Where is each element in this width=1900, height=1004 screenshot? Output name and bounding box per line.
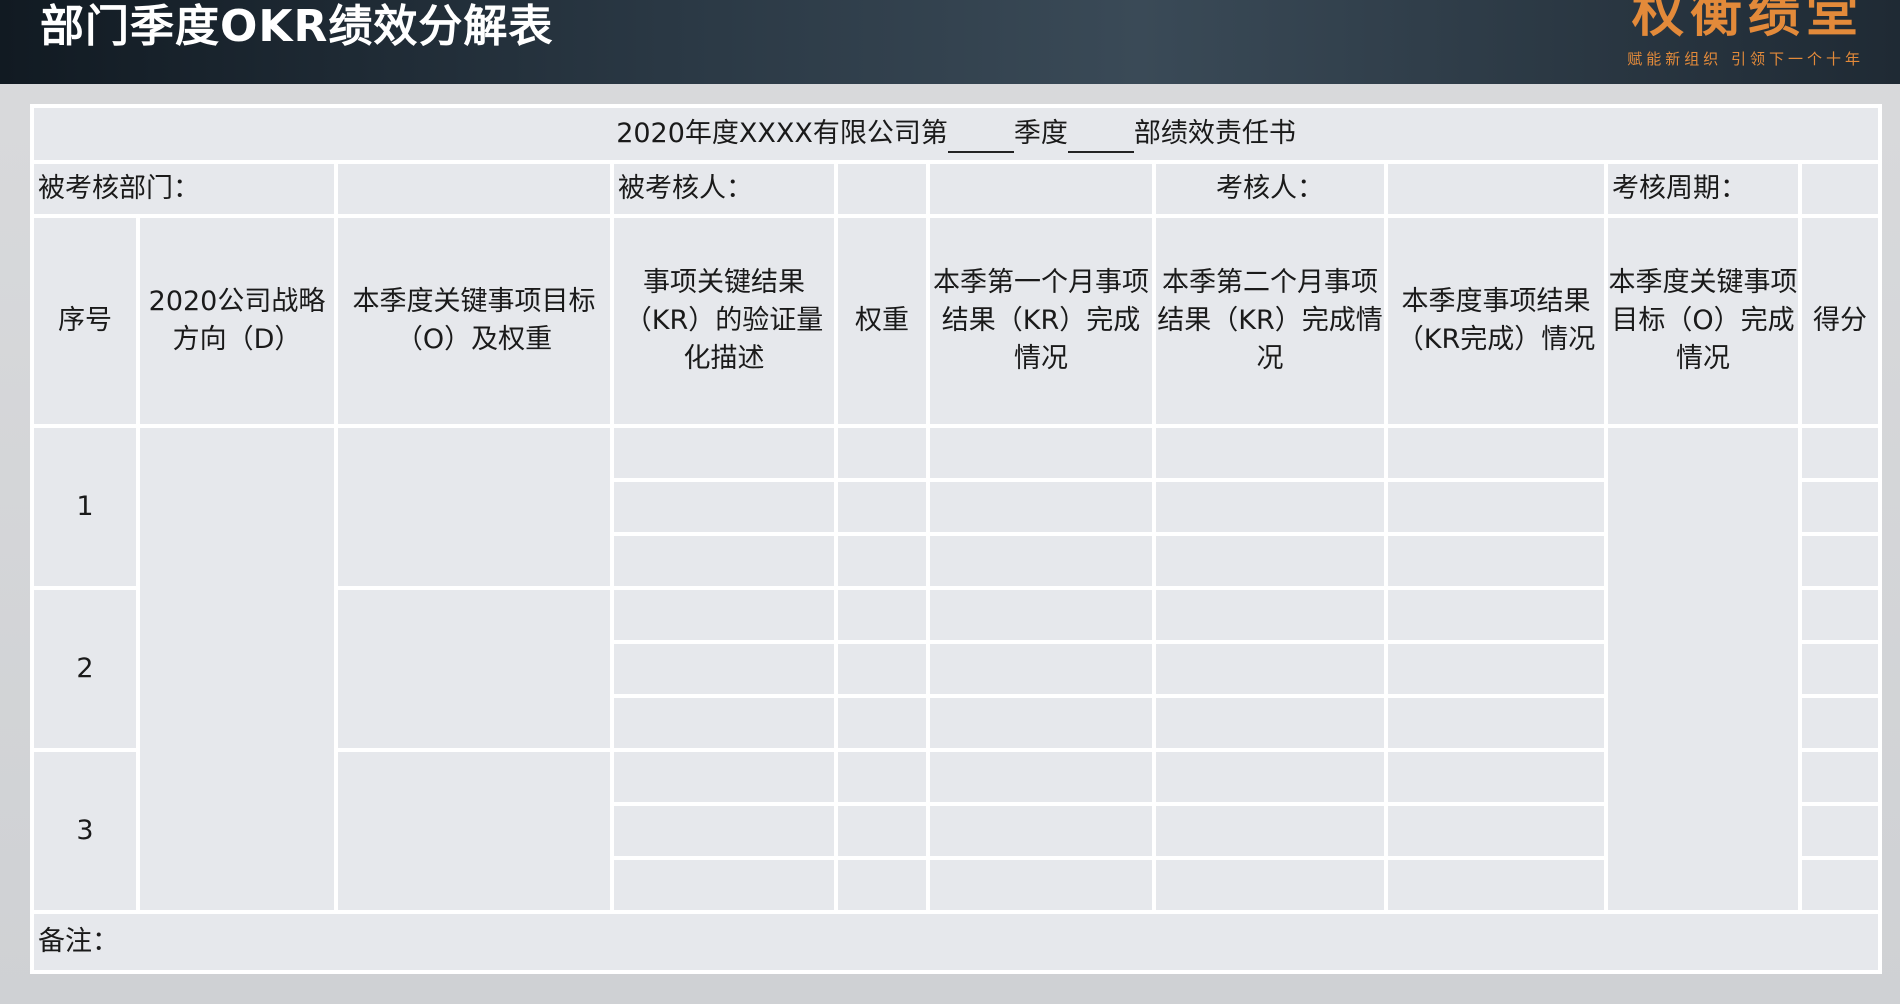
table-cell[interactable] — [926, 586, 1156, 644]
remarks-cell[interactable]: 备注： — [29, 910, 1883, 974]
header-kr-description: 事项关键结果（KR）的验证量化描述 — [610, 214, 838, 428]
table-cell[interactable] — [834, 640, 930, 698]
okr-sheet: 2020年度XXXX有限公司第 季度 部绩效责任书 被考核部门： 被考核人： 考核人… — [29, 104, 1883, 974]
table-cell[interactable] — [926, 640, 1156, 698]
title-mid: 季度 — [1013, 118, 1068, 149]
header-weight: 权重 — [834, 214, 930, 428]
table-cell[interactable] — [1384, 856, 1608, 914]
header-score: 得分 — [1797, 214, 1883, 428]
logo: 权衡绩堂 赋能新组织 引领下一个十年 — [1627, 0, 1864, 69]
table-cell[interactable] — [1797, 802, 1883, 860]
table-cell[interactable] — [1797, 586, 1883, 644]
table-cell[interactable] — [1384, 802, 1608, 860]
period-label: 考核周期： — [1604, 160, 1802, 218]
table-cell[interactable] — [610, 424, 838, 482]
table-cell[interactable] — [1152, 532, 1388, 590]
assessee-value-cell-2[interactable] — [926, 160, 1156, 218]
title-suffix: 部绩效责任书 — [1133, 118, 1296, 149]
department-blank[interactable] — [1067, 121, 1134, 153]
table-cell[interactable] — [1152, 424, 1388, 482]
table-cell[interactable] — [834, 478, 930, 536]
dept-label: 被考核部门： — [30, 160, 338, 218]
table-cell[interactable] — [1797, 532, 1883, 590]
title-prefix: 2020年度XXXX有限公司第 — [616, 118, 948, 149]
table-cell[interactable] — [926, 424, 1156, 482]
table-cell[interactable] — [834, 856, 930, 914]
quarter-blank[interactable] — [947, 121, 1014, 153]
table-cell[interactable] — [1384, 748, 1608, 806]
table-cell[interactable] — [834, 748, 930, 806]
table-cell[interactable] — [1152, 478, 1388, 536]
table-cell[interactable] — [1384, 424, 1608, 482]
table-cell[interactable] — [1384, 694, 1608, 752]
table-cell[interactable] — [926, 748, 1156, 806]
header-banner: 部门季度OKR绩效分解表 权衡绩堂 赋能新组织 引领下一个十年 — [0, 0, 1900, 84]
table-cell[interactable] — [1152, 640, 1388, 698]
table-cell[interactable] — [1384, 478, 1608, 536]
header-quarter-objective: 本季度关键事项目标（O）完成情况 — [1604, 214, 1802, 428]
page-title: 部门季度OKR绩效分解表 — [40, 1, 554, 52]
table-cell[interactable] — [926, 856, 1156, 914]
sheet-title: 2020年度XXXX有限公司第 季度 部绩效责任书 — [29, 104, 1883, 164]
header-objective: 本季度关键事项目标（O）及权重 — [334, 214, 614, 428]
table-cell[interactable] — [610, 802, 838, 860]
strategy-cell[interactable] — [136, 424, 338, 914]
table-cell[interactable] — [1797, 694, 1883, 752]
dept-value-cell[interactable] — [334, 160, 614, 218]
table-cell[interactable] — [1797, 424, 1883, 482]
table-cell[interactable] — [926, 478, 1156, 536]
table-cell[interactable] — [834, 532, 930, 590]
table-cell[interactable] — [610, 478, 838, 536]
objective-cell[interactable] — [334, 586, 614, 752]
remarks-label: 备注： — [38, 926, 119, 957]
table-cell[interactable] — [610, 694, 838, 752]
table-cell[interactable] — [1384, 532, 1608, 590]
table-cell[interactable] — [1797, 478, 1883, 536]
header-month1: 本季第一个月事项结果（KR）完成情况 — [926, 214, 1156, 428]
table-cell[interactable] — [1152, 856, 1388, 914]
header-index: 序号 — [30, 214, 140, 428]
table-cell[interactable] — [610, 748, 838, 806]
objective-cell[interactable] — [334, 424, 614, 590]
table-cell[interactable] — [610, 856, 838, 914]
okr-table: 2020年度XXXX有限公司第 季度 部绩效责任书 被考核部门： 被考核人： 考核人… — [29, 104, 1883, 974]
table-cell[interactable] — [1152, 586, 1388, 644]
table-cell[interactable] — [834, 586, 930, 644]
table-cell[interactable] — [1152, 694, 1388, 752]
row-index: 3 — [30, 748, 140, 914]
table-cell[interactable] — [926, 694, 1156, 752]
table-cell[interactable] — [610, 532, 838, 590]
table-cell[interactable] — [1384, 586, 1608, 644]
table-cell[interactable] — [1797, 856, 1883, 914]
objective-completion-cell[interactable] — [1604, 424, 1802, 914]
logo-subtitle: 赋能新组织 引领下一个十年 — [1627, 50, 1864, 68]
logo-mark: 权衡绩堂 — [1631, 0, 1864, 44]
period-value-cell[interactable] — [1797, 160, 1883, 218]
row-index: 2 — [30, 586, 140, 752]
table-cell[interactable] — [1797, 748, 1883, 806]
table-cell[interactable] — [1152, 748, 1388, 806]
table-cell[interactable] — [834, 802, 930, 860]
header-quarter-kr: 本季度事项结果（KR完成）情况 — [1384, 214, 1608, 428]
table-cell[interactable] — [926, 802, 1156, 860]
assessee-value-cell[interactable] — [834, 160, 930, 218]
header-month2: 本季第二个月事项结果（KR）完成情况 — [1152, 214, 1388, 428]
table-cell[interactable] — [1384, 640, 1608, 698]
table-cell[interactable] — [926, 532, 1156, 590]
table-cell[interactable] — [610, 586, 838, 644]
row-index: 1 — [30, 424, 140, 590]
table-cell[interactable] — [834, 424, 930, 482]
objective-cell[interactable] — [334, 748, 614, 914]
table-cell[interactable] — [610, 640, 838, 698]
assessor-label: 考核人： — [1152, 160, 1388, 218]
table-cell[interactable] — [1797, 640, 1883, 698]
assessee-label: 被考核人： — [610, 160, 838, 218]
table-cell[interactable] — [1152, 802, 1388, 860]
table-cell[interactable] — [834, 694, 930, 752]
assessor-value-cell[interactable] — [1384, 160, 1608, 218]
header-strategy: 2020公司战略方向（D） — [136, 214, 338, 428]
